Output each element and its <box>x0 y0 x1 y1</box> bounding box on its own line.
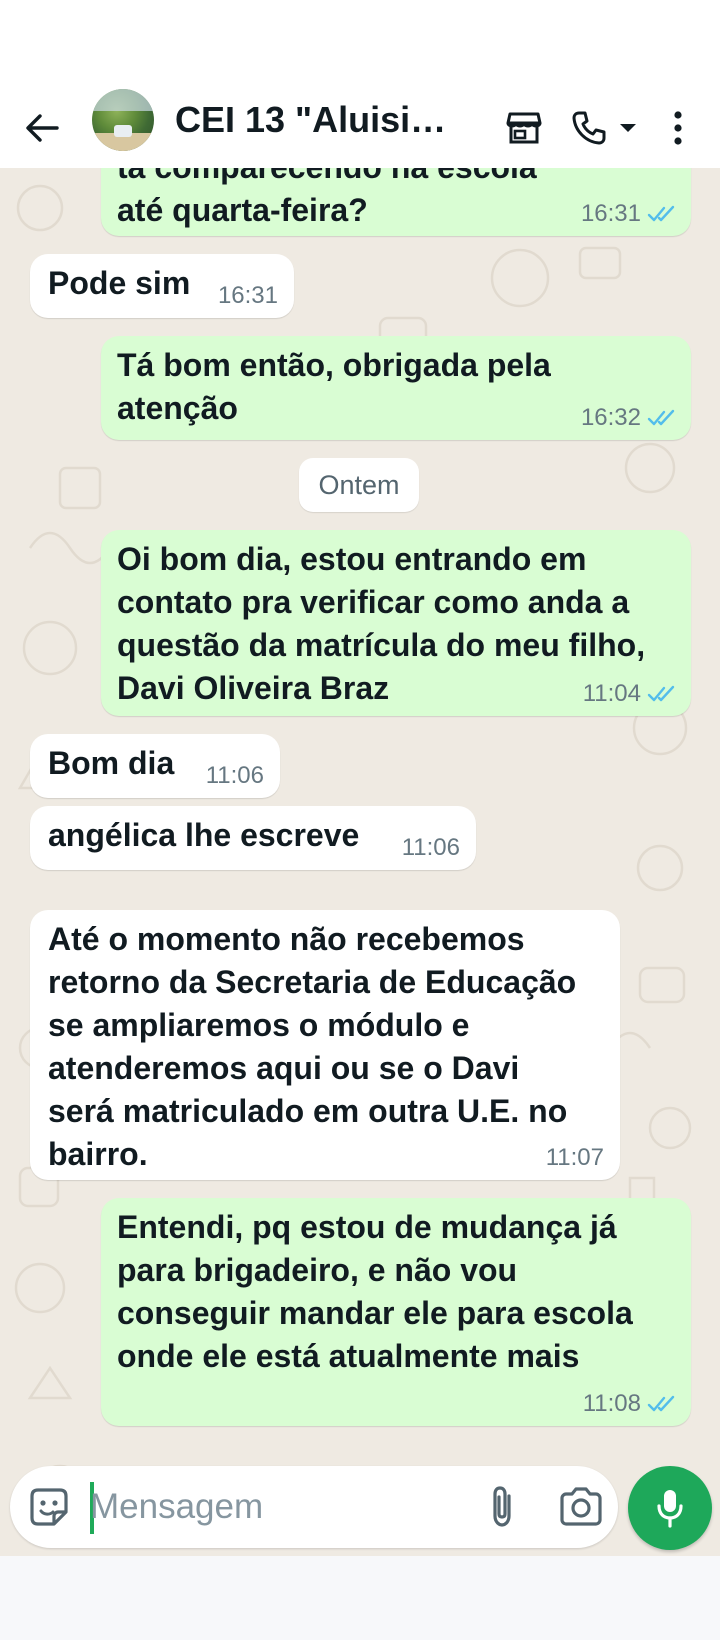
message-time: 11:07 <box>545 1144 604 1171</box>
message-time: 11:04 <box>582 680 641 707</box>
system-navigation-bar <box>0 1556 720 1640</box>
camera-icon <box>560 1487 602 1526</box>
outgoing-message[interactable]: Oi bom dia, estou entrando em contato pr… <box>101 530 691 716</box>
date-divider: Ontem <box>299 458 419 512</box>
camera-button[interactable] <box>558 1484 604 1530</box>
incoming-message[interactable]: Pode sim 16:31 <box>30 254 294 318</box>
message-meta: 16:32 <box>581 404 677 432</box>
message-composer <box>10 1466 618 1548</box>
chat-title[interactable]: CEI 13 "Aluisio... <box>175 98 455 142</box>
more-vert-icon <box>674 111 682 145</box>
message-meta: 11:08 <box>583 1390 677 1418</box>
chat-area[interactable]: tá comparecendo na escola até quarta-fei… <box>0 168 720 1556</box>
message-meta: 16:31 <box>581 200 677 228</box>
message-time: 16:32 <box>580 404 641 431</box>
chevron-down-icon <box>620 124 636 132</box>
message-time: 11:06 <box>401 834 460 861</box>
message-input[interactable] <box>90 1476 450 1538</box>
message-text: Oi bom dia, estou entrando em contato pr… <box>117 541 646 706</box>
microphone-icon <box>657 1490 683 1528</box>
message-text: Tá bom então, obrigada pela atenção <box>117 347 551 426</box>
message-text: tá comparecendo na escola até quarta-fei… <box>117 168 537 228</box>
message-text: Entendi, pq estou de mudança já para bri… <box>117 1209 633 1374</box>
status-bar <box>0 0 720 88</box>
read-ticks-icon <box>647 409 675 426</box>
chat-header: CEI 13 "Aluisio... <box>0 88 720 168</box>
message-meta: 11:04 <box>583 680 677 708</box>
read-ticks-icon <box>647 205 675 222</box>
attach-button[interactable] <box>480 1484 524 1530</box>
contact-avatar[interactable] <box>92 89 154 151</box>
sticker-icon <box>30 1488 68 1526</box>
incoming-message[interactable]: Até o momento não recebemos retorno da S… <box>30 910 620 1180</box>
back-button[interactable] <box>22 100 62 156</box>
message-time: 16:31 <box>580 200 641 227</box>
outgoing-message[interactable]: Tá bom então, obrigada pela atenção 16:3… <box>101 336 691 440</box>
message-meta: 11:06 <box>206 762 264 790</box>
phone-icon <box>572 111 606 145</box>
voice-call-button[interactable] <box>570 104 640 152</box>
message-meta: 16:31 <box>218 282 278 310</box>
message-time: 16:31 <box>217 282 278 309</box>
message-text: angélica lhe escreve <box>48 817 360 853</box>
read-ticks-icon <box>647 685 675 702</box>
emoji-sticker-button[interactable] <box>26 1484 72 1530</box>
store-icon <box>506 112 542 144</box>
message-time: 11:06 <box>205 762 264 789</box>
store-button[interactable] <box>502 104 546 152</box>
paperclip-icon <box>493 1486 511 1527</box>
incoming-message[interactable]: Bom dia 11:06 <box>30 734 280 798</box>
more-options-button[interactable] <box>660 104 696 152</box>
outgoing-message[interactable]: tá comparecendo na escola até quarta-fei… <box>101 168 691 236</box>
message-meta: 11:07 <box>546 1144 604 1172</box>
back-arrow-icon <box>26 114 59 142</box>
message-meta: 11:06 <box>402 834 460 862</box>
incoming-message[interactable]: angélica lhe escreve 11:06 <box>30 806 476 870</box>
voice-message-button[interactable] <box>628 1466 712 1550</box>
outgoing-message[interactable]: Entendi, pq estou de mudança já para bri… <box>101 1198 691 1426</box>
read-ticks-icon <box>647 1395 675 1412</box>
message-text: Até o momento não recebemos retorno da S… <box>48 921 577 1172</box>
message-time: 11:08 <box>582 1390 641 1417</box>
